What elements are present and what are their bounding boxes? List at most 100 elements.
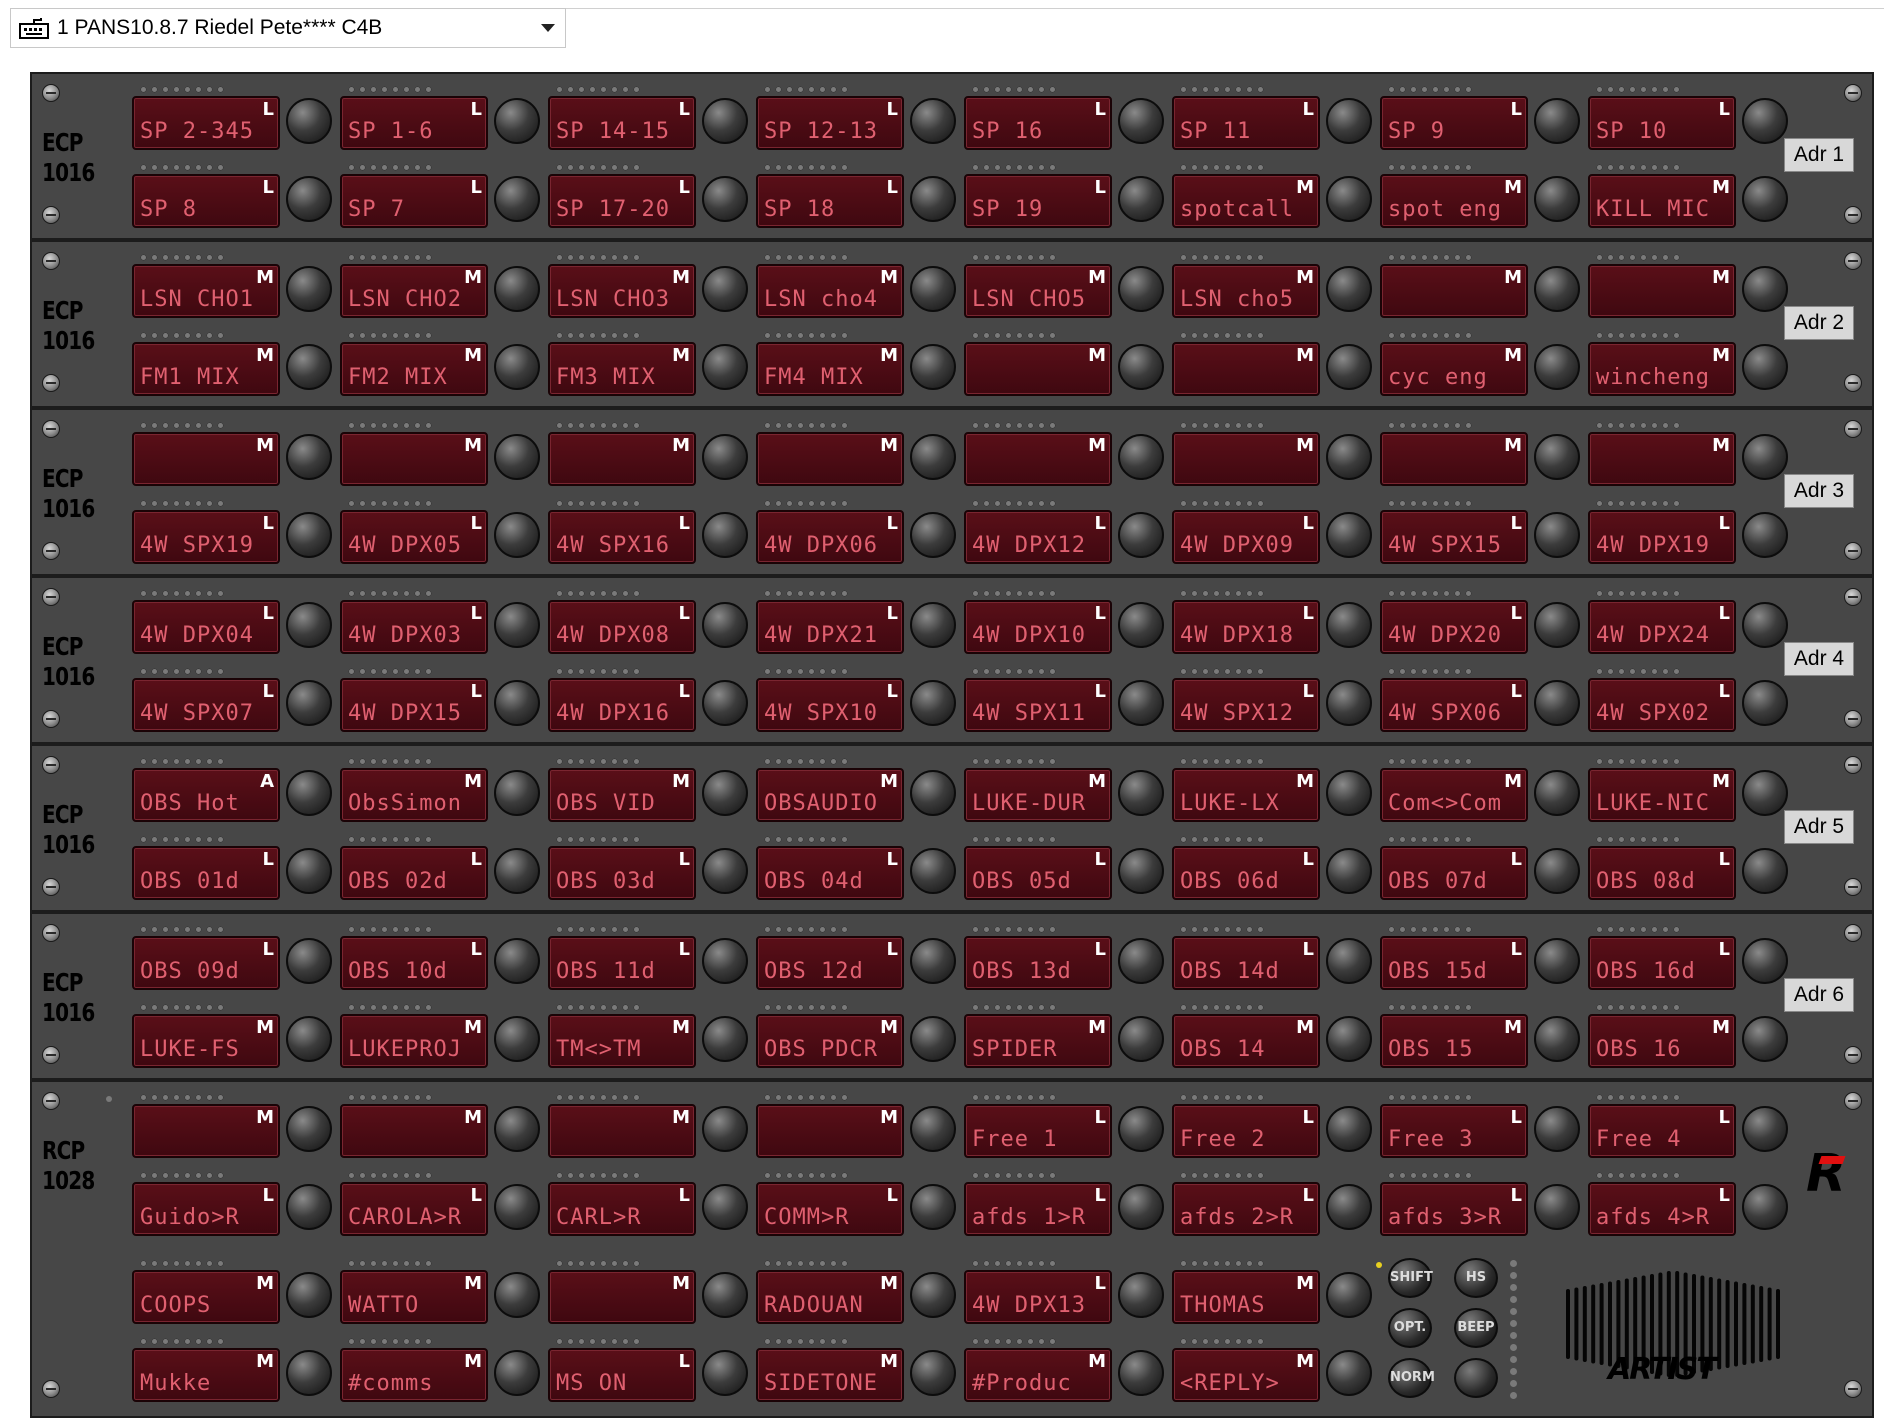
talk-key-95[interactable]: OBS 15 M [1380,1014,1528,1068]
talk-key-21[interactable]: LSN CHO5 M [964,264,1112,318]
talk-key-32[interactable]: wincheng M [1588,342,1736,396]
volume-knob[interactable] [702,770,748,816]
talk-key-26[interactable]: FM2 MIX M [340,342,488,396]
volume-knob[interactable] [494,1350,540,1396]
talk-key-42[interactable]: 4W DPX05 L [340,510,488,564]
volume-knob[interactable] [1326,1016,1372,1062]
talk-key-46[interactable]: 4W DPX09 L [1172,510,1320,564]
volume-knob[interactable] [494,938,540,984]
volume-knob[interactable] [1326,848,1372,894]
talk-key-225[interactable]: #comms M [340,1348,488,1402]
volume-knob[interactable] [910,938,956,984]
volume-knob[interactable] [910,344,956,390]
volume-knob[interactable] [910,266,956,312]
volume-knob[interactable] [286,1272,332,1318]
talk-key-68[interactable]: OBSAUDIO M [756,768,904,822]
talk-key-228[interactable]: #Produc M [964,1348,1112,1402]
talk-key-206[interactable]: Free 3L [1380,1104,1528,1158]
volume-knob[interactable] [286,848,332,894]
panel-selector-dropdown[interactable]: 1 PANS10.8.7 Riedel Pete**** C4B [10,8,566,48]
talk-key-213[interactable]: afds 2>R L [1172,1182,1320,1236]
talk-key-19[interactable]: LSN CHO3 M [548,264,696,318]
volume-knob[interactable] [1534,1184,1580,1230]
volume-knob[interactable] [910,602,956,648]
talk-key-25[interactable]: FM1 MIX M [132,342,280,396]
talk-key-69[interactable]: LUKE-DUR M [964,768,1112,822]
volume-knob[interactable] [910,434,956,480]
volume-knob[interactable] [494,266,540,312]
talk-key-23[interactable]: M [1380,264,1528,318]
talk-key-12[interactable]: SP 18 L [756,174,904,228]
talk-key-85[interactable]: OBS 13d L [964,936,1112,990]
talk-key-8[interactable]: SP 10 L [1588,96,1736,150]
talk-key-66[interactable]: ObsSimon M [340,768,488,822]
talk-key-229[interactable]: <REPLY> M [1172,1348,1320,1402]
talk-key-22[interactable]: LSN cho5 M [1172,264,1320,318]
talk-key-203[interactable]: M [756,1104,904,1158]
volume-knob[interactable] [702,680,748,726]
volume-knob[interactable] [494,770,540,816]
norm-button[interactable]: NORM [1388,1358,1435,1398]
volume-knob[interactable] [494,434,540,480]
talk-key-65[interactable]: OBS Hot A [132,768,280,822]
volume-knob[interactable] [286,176,332,222]
talk-key-211[interactable]: COMM>R L [756,1182,904,1236]
volume-knob[interactable] [494,176,540,222]
talk-key-91[interactable]: TM<>TM M [548,1014,696,1068]
talk-key-29[interactable]: M [964,342,1112,396]
volume-knob[interactable] [1118,1184,1164,1230]
volume-knob[interactable] [1326,938,1372,984]
talk-key-27[interactable]: FM3 MIX M [548,342,696,396]
volume-knob[interactable] [1118,770,1164,816]
talk-key-50[interactable]: 4W DPX03 L [340,600,488,654]
talk-key-64[interactable]: 4W SPX02 L [1588,678,1736,732]
volume-knob[interactable] [494,512,540,558]
volume-knob[interactable] [1118,344,1164,390]
talk-key-41[interactable]: 4W SPX19 L [132,510,280,564]
talk-key-207[interactable]: Free 4L [1588,1104,1736,1158]
talk-key-209[interactable]: CAROLA>R L [340,1182,488,1236]
volume-knob[interactable] [1742,98,1788,144]
volume-knob[interactable] [1534,1106,1580,1152]
talk-key-45[interactable]: 4W DPX12 L [964,510,1112,564]
volume-knob[interactable] [1326,1184,1372,1230]
volume-knob[interactable] [1534,938,1580,984]
talk-key-84[interactable]: OBS 12d L [756,936,904,990]
talk-key-2[interactable]: SP 1-6 L [340,96,488,150]
talk-key-49[interactable]: 4W DPX04 L [132,600,280,654]
volume-knob[interactable] [1742,176,1788,222]
volume-knob[interactable] [910,1016,956,1062]
volume-knob[interactable] [1118,680,1164,726]
opt-button[interactable]: OPT. [1388,1308,1432,1348]
shift-button[interactable]: SHIFT [1388,1258,1433,1298]
talk-key-87[interactable]: OBS 15d L [1380,936,1528,990]
talk-key-36[interactable]: M [756,432,904,486]
talk-key-212[interactable]: afds 1>R L [964,1182,1112,1236]
volume-knob[interactable] [702,512,748,558]
talk-key-214[interactable]: afds 3>R L [1380,1182,1528,1236]
talk-key-57[interactable]: 4W SPX07 L [132,678,280,732]
volume-knob[interactable] [702,1106,748,1152]
talk-key-74[interactable]: OBS 02d L [340,846,488,900]
talk-key-58[interactable]: 4W DPX15 L [340,678,488,732]
talk-key-72[interactable]: LUKE-NIC M [1588,768,1736,822]
talk-key-16[interactable]: KILL MIC M [1588,174,1736,228]
volume-knob[interactable] [1326,176,1372,222]
volume-knob[interactable] [286,1106,332,1152]
talk-key-86[interactable]: OBS 14d L [1172,936,1320,990]
talk-key-13[interactable]: SP 19 L [964,174,1112,228]
talk-key-20[interactable]: LSN cho4 M [756,264,904,318]
volume-knob[interactable] [702,1350,748,1396]
volume-knob[interactable] [1118,848,1164,894]
volume-knob[interactable] [286,1350,332,1396]
talk-key-89[interactable]: LUKE-FS M [132,1014,280,1068]
volume-knob[interactable] [1534,602,1580,648]
volume-knob[interactable] [1118,1272,1164,1318]
talk-key-77[interactable]: OBS 05d L [964,846,1112,900]
volume-knob[interactable] [702,98,748,144]
master-volume-knob[interactable] [1454,1358,1498,1398]
talk-key-34[interactable]: M [340,432,488,486]
talk-key-59[interactable]: 4W DPX16 L [548,678,696,732]
volume-knob[interactable] [494,848,540,894]
talk-key-200[interactable]: M [132,1104,280,1158]
